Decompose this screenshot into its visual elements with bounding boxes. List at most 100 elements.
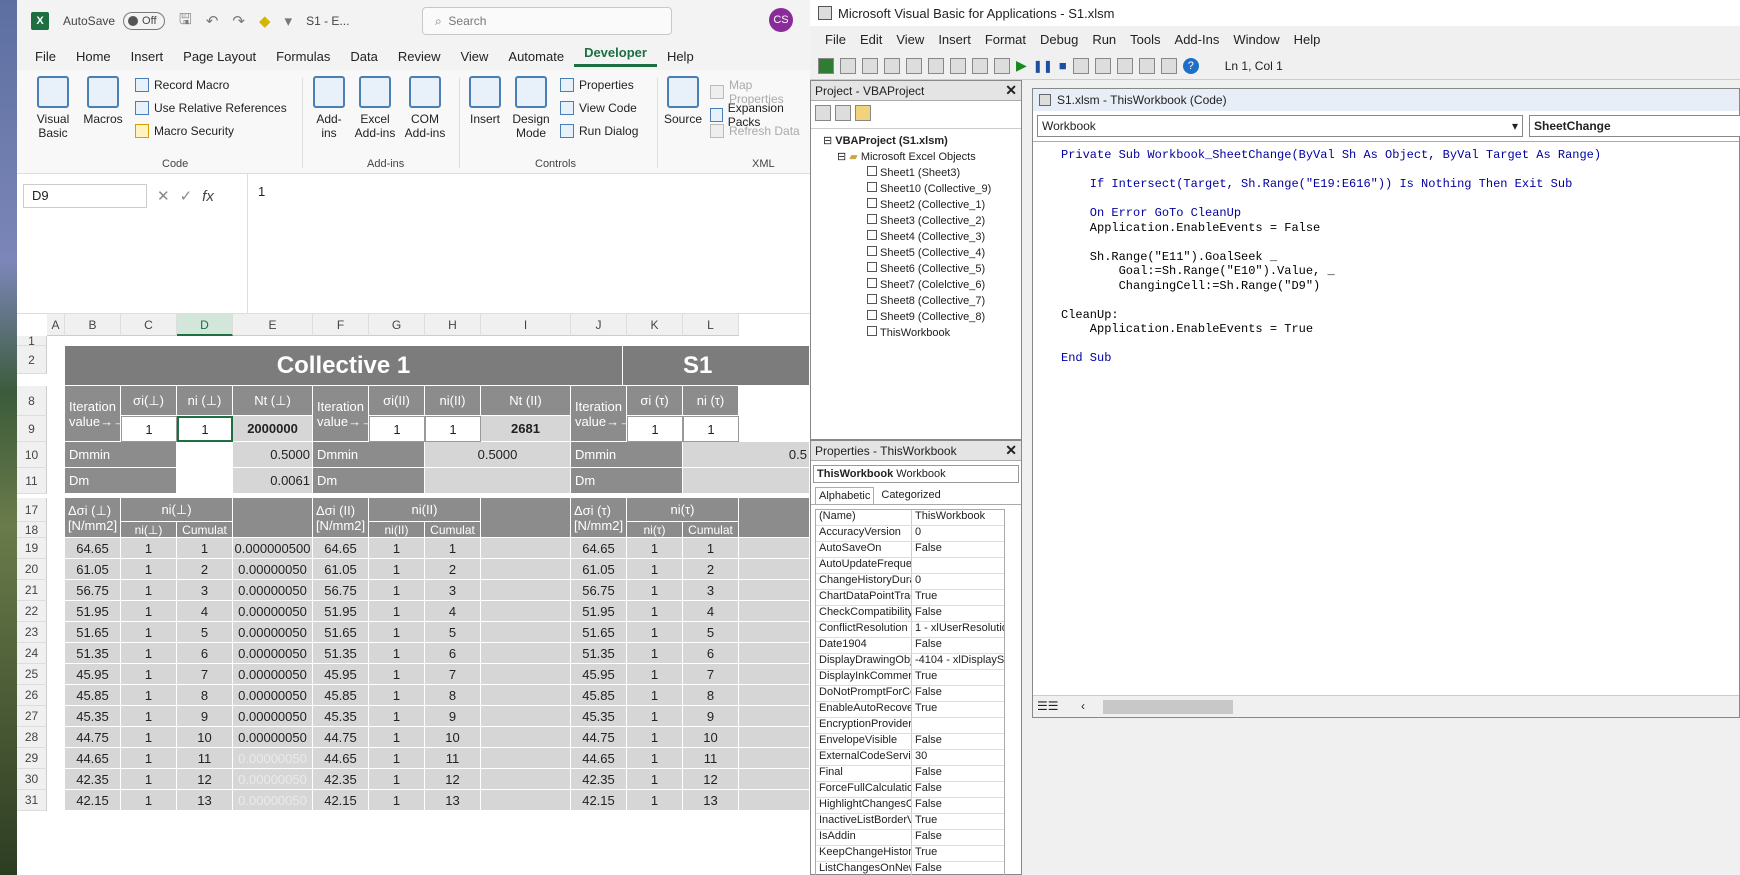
tab-alphabetic[interactable]: Alphabetic (815, 487, 875, 504)
column-header-i[interactable]: I (481, 314, 571, 336)
object-browser-icon[interactable] (1138, 57, 1155, 74)
ni-value[interactable]: 1 (369, 559, 425, 580)
cumulative-value[interactable]: 2 (177, 559, 233, 580)
dm-value[interactable] (425, 468, 571, 494)
sigma-value[interactable]: 45.35 (571, 706, 627, 727)
cumulative-value[interactable]: 6 (683, 643, 739, 664)
avatar[interactable]: CS (769, 8, 793, 32)
dmmin-label[interactable]: Dmmin (313, 442, 425, 468)
dm-label[interactable]: Dm (313, 468, 425, 494)
cumulative-value[interactable]: 5 (683, 622, 739, 643)
sigma-value[interactable]: 51.95 (571, 601, 627, 622)
damage-value[interactable]: 0.00000050 (233, 643, 313, 664)
damage-value[interactable]: 0.00000050 (233, 706, 313, 727)
property-row[interactable]: EnableAutoRecover True (816, 702, 1004, 718)
delta-sigma-heading[interactable]: Δσi (τ) [N/mm2] (571, 498, 627, 538)
row-header[interactable]: 27 (17, 706, 47, 727)
damage-value[interactable] (481, 748, 571, 769)
tab-developer[interactable]: Developer (574, 45, 657, 67)
cumulative-value[interactable]: 3 (177, 580, 233, 601)
dmmin-value[interactable]: 0.5000 (425, 442, 571, 468)
tab-formulas[interactable]: Formulas (266, 49, 340, 64)
damage-value[interactable]: 0.000000500 (233, 538, 313, 559)
tab-data[interactable]: Data (340, 49, 387, 64)
sigma-value[interactable]: 45.85 (571, 685, 627, 706)
redo-icon[interactable] (994, 57, 1010, 74)
ni-value[interactable]: 1 (121, 601, 177, 622)
cumulative-value[interactable]: 3 (683, 580, 739, 601)
damage-value[interactable] (739, 538, 810, 559)
visual-basic-button[interactable]: Visual Basic (31, 76, 75, 140)
properties-button[interactable]: Properties (560, 78, 634, 92)
damage-value[interactable]: 0.00000050 (233, 622, 313, 643)
property-row[interactable]: ChartDataPointTrac True (816, 590, 1004, 606)
sigma-value[interactable]: 51.35 (65, 643, 121, 664)
ni-value[interactable]: 1 (369, 685, 425, 706)
damage-value[interactable] (739, 790, 810, 811)
tree-item[interactable]: Sheet1 (Sheet3) (867, 165, 1021, 181)
cumulative-value[interactable]: 10 (177, 727, 233, 748)
column-heading[interactable]: Nt (⊥) (233, 386, 313, 416)
ni-value[interactable]: 1 (627, 727, 683, 748)
property-row[interactable]: EncryptionProvider (816, 718, 1004, 734)
row-header[interactable]: 17 (17, 498, 47, 522)
name-box[interactable]: D9 (23, 184, 147, 208)
use-relative-references-button[interactable]: Use Relative References (135, 101, 287, 115)
damage-value[interactable] (481, 706, 571, 727)
ni-value[interactable]: 1 (369, 622, 425, 643)
dm-label[interactable]: Dm (571, 468, 683, 494)
sigma-value[interactable]: 45.85 (65, 685, 121, 706)
tab-help[interactable]: Help (657, 49, 704, 64)
ni-value[interactable]: 1 (121, 685, 177, 706)
row-header[interactable]: 18 (17, 522, 47, 538)
damage-value[interactable] (481, 643, 571, 664)
collapse-icon[interactable]: ⊟ (823, 135, 832, 147)
tree-item[interactable]: Sheet2 (Collective_1) (867, 197, 1021, 213)
tab-page-layout[interactable]: Page Layout (173, 49, 266, 64)
property-row[interactable]: AccuracyVersion 0 (816, 526, 1004, 542)
cumulative-value[interactable]: 2 (425, 559, 481, 580)
damage-value[interactable] (739, 685, 810, 706)
add-ins-button[interactable]: Add-ins (309, 76, 349, 140)
tree-item[interactable]: ThisWorkbook (867, 325, 1021, 341)
run-dialog-button[interactable]: Run Dialog (560, 124, 638, 138)
property-row[interactable]: DisplayInkComment True (816, 670, 1004, 686)
close-icon[interactable]: ✕ (1005, 82, 1017, 99)
autosave-toggle[interactable]: Off (123, 12, 166, 30)
iteration-label[interactable]: Iteration value→→ (571, 386, 627, 442)
row-header[interactable]: 24 (17, 643, 47, 664)
column-header-k[interactable]: K (627, 314, 683, 336)
column-heading[interactable]: Nt (II) (481, 386, 571, 416)
paste-icon[interactable] (928, 57, 944, 74)
cumulative-value[interactable]: 10 (683, 727, 739, 748)
insert-module-icon[interactable] (840, 57, 856, 74)
excel-add-ins-button[interactable]: Excel Add-ins (351, 76, 399, 140)
vba-menu-window[interactable]: Window (1226, 32, 1286, 47)
ni-value[interactable]: 1 (627, 622, 683, 643)
sigma-value[interactable]: 44.65 (313, 748, 369, 769)
ni-subheading[interactable]: ni(⊥) (121, 522, 177, 538)
column-heading[interactable]: σi (τ) (627, 386, 683, 416)
damage-value[interactable] (481, 769, 571, 790)
ni-heading[interactable]: ni(τ) (627, 498, 739, 522)
property-row[interactable]: IsAddin False (816, 830, 1004, 846)
damage-value[interactable]: 0.00000050 (233, 748, 313, 769)
cumulative-value[interactable]: 2 (683, 559, 739, 580)
sigma-value[interactable]: 51.95 (313, 601, 369, 622)
undo-icon[interactable]: ↶ (206, 12, 219, 30)
tab-review[interactable]: Review (388, 49, 451, 64)
sigma-value[interactable]: 61.05 (65, 559, 121, 580)
property-row[interactable]: ForceFullCalculation False (816, 782, 1004, 798)
ni-value[interactable]: 1 (627, 559, 683, 580)
cut-icon[interactable] (884, 57, 900, 74)
column-header-e[interactable]: E (233, 314, 313, 336)
cumulative-value[interactable]: 9 (177, 706, 233, 727)
cumulative-value[interactable]: 9 (425, 706, 481, 727)
tree-item[interactable]: Sheet4 (Collective_3) (867, 229, 1021, 245)
damage-value[interactable] (739, 559, 810, 580)
sigma-value[interactable]: 42.15 (65, 790, 121, 811)
property-row[interactable]: ConflictResolution 1 - xlUserResolutio (816, 622, 1004, 638)
run-icon[interactable]: ▶ (1016, 57, 1027, 74)
dm-value[interactable] (683, 468, 810, 494)
cumulative-value[interactable]: 11 (425, 748, 481, 769)
